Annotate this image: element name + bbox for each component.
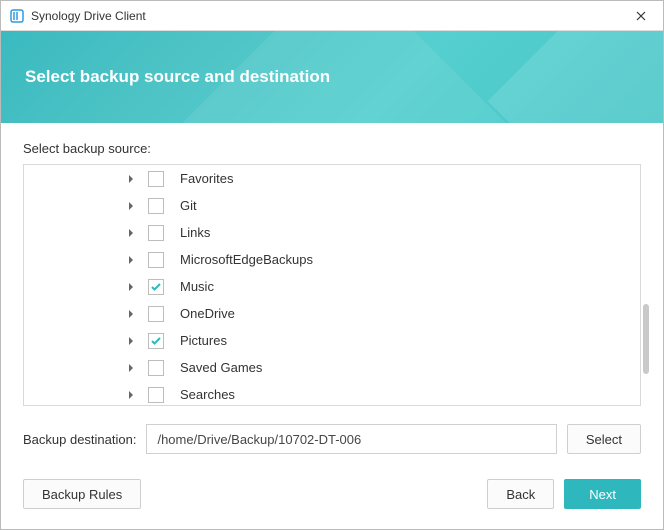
checkbox[interactable] bbox=[148, 225, 164, 241]
app-logo-icon bbox=[9, 8, 25, 24]
tree-item[interactable]: OneDrive bbox=[24, 300, 640, 327]
checkbox[interactable] bbox=[148, 279, 164, 295]
scrollbar-thumb[interactable] bbox=[643, 304, 649, 374]
app-window: Synology Drive Client Select backup sour… bbox=[0, 0, 664, 530]
tree-item-label: Saved Games bbox=[180, 360, 262, 375]
tree-item[interactable]: Pictures bbox=[24, 327, 640, 354]
checkbox[interactable] bbox=[148, 333, 164, 349]
tree-item-label: Music bbox=[180, 279, 214, 294]
tree-item-label: Links bbox=[180, 225, 210, 240]
close-button[interactable] bbox=[627, 2, 655, 30]
back-button[interactable]: Back bbox=[487, 479, 554, 509]
tree-item-label: Favorites bbox=[180, 171, 233, 186]
checkbox[interactable] bbox=[148, 252, 164, 268]
tree-item-label: Pictures bbox=[180, 333, 227, 348]
tree-item[interactable]: Saved Games bbox=[24, 354, 640, 381]
select-destination-button[interactable]: Select bbox=[567, 424, 641, 454]
destination-label: Backup destination: bbox=[23, 432, 136, 447]
checkbox[interactable] bbox=[148, 387, 164, 403]
tree-item[interactable]: Searches bbox=[24, 381, 640, 406]
content-area: Select backup source: Favorites Git Links M… bbox=[1, 123, 663, 461]
window-title: Synology Drive Client bbox=[31, 9, 627, 23]
expand-icon[interactable] bbox=[124, 307, 138, 321]
expand-icon[interactable] bbox=[124, 172, 138, 186]
destination-input[interactable] bbox=[146, 424, 556, 454]
footer: Backup Rules Back Next bbox=[1, 461, 663, 529]
tree-item[interactable]: Links bbox=[24, 219, 640, 246]
checkbox[interactable] bbox=[148, 306, 164, 322]
titlebar: Synology Drive Client bbox=[1, 1, 663, 31]
tree-item-label: Searches bbox=[180, 387, 235, 402]
checkbox[interactable] bbox=[148, 198, 164, 214]
source-tree-wrap: Favorites Git Links MicrosoftEdgeBackups Mus… bbox=[23, 164, 641, 406]
expand-icon[interactable] bbox=[124, 253, 138, 267]
tree-item[interactable]: Music bbox=[24, 273, 640, 300]
page-title: Select backup source and destination bbox=[25, 67, 330, 87]
source-label: Select backup source: bbox=[23, 141, 641, 156]
expand-icon[interactable] bbox=[124, 226, 138, 240]
tree-item[interactable]: Favorites bbox=[24, 165, 640, 192]
checkbox[interactable] bbox=[148, 360, 164, 376]
next-button[interactable]: Next bbox=[564, 479, 641, 509]
backup-rules-button[interactable]: Backup Rules bbox=[23, 479, 141, 509]
destination-row: Backup destination: Select bbox=[23, 424, 641, 454]
expand-icon[interactable] bbox=[124, 280, 138, 294]
expand-icon[interactable] bbox=[124, 388, 138, 402]
checkbox[interactable] bbox=[148, 171, 164, 187]
expand-icon[interactable] bbox=[124, 361, 138, 375]
expand-icon[interactable] bbox=[124, 199, 138, 213]
tree-item[interactable]: MicrosoftEdgeBackups bbox=[24, 246, 640, 273]
tree-item-label: MicrosoftEdgeBackups bbox=[180, 252, 313, 267]
banner: Select backup source and destination bbox=[1, 31, 663, 123]
expand-icon[interactable] bbox=[124, 334, 138, 348]
source-tree[interactable]: Favorites Git Links MicrosoftEdgeBackups Mus… bbox=[23, 164, 641, 406]
tree-item-label: OneDrive bbox=[180, 306, 235, 321]
tree-item[interactable]: Git bbox=[24, 192, 640, 219]
tree-item-label: Git bbox=[180, 198, 197, 213]
